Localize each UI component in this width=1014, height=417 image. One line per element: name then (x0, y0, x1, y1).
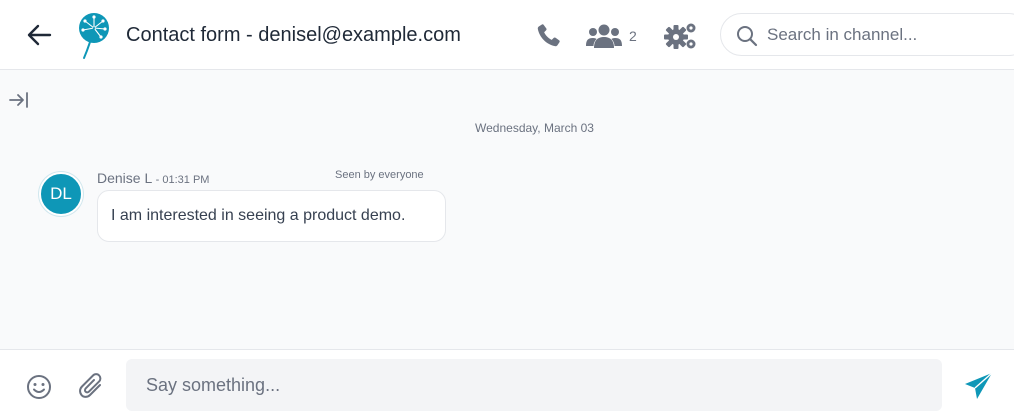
channel-header: Contact form - denisel@example.com 2 (0, 0, 1014, 70)
dandelion-logo (79, 13, 109, 59)
search-box (720, 13, 1014, 56)
message-composer (0, 349, 1014, 417)
paperclip-icon[interactable] (78, 372, 106, 402)
avatar[interactable]: DL (39, 172, 83, 216)
emoji-icon[interactable] (26, 374, 52, 400)
page-title: Contact form - denisel@example.com (126, 24, 461, 46)
search-icon (737, 26, 758, 47)
seen-status: Seen by everyone (335, 169, 424, 181)
sender-name[interactable]: Denise L (97, 170, 152, 186)
search-input[interactable] (767, 22, 1007, 48)
members-count: 2 (629, 28, 637, 44)
arrow-left-icon[interactable] (24, 21, 54, 49)
gears-icon[interactable] (663, 20, 699, 52)
send-icon[interactable] (964, 372, 994, 400)
collapse-sidebar-icon[interactable] (8, 90, 30, 110)
users-icon[interactable] (586, 22, 622, 50)
message-header: Denise L - 01:31 PM (97, 170, 209, 186)
message-input[interactable] (126, 359, 942, 411)
phone-icon[interactable] (534, 22, 562, 50)
date-separator: Wednesday, March 03 (475, 121, 594, 135)
message-timestamp: - 01:31 PM (155, 174, 210, 186)
message-area: Wednesday, March 03 DL Denise L - 01:31 … (0, 70, 1014, 349)
message-bubble: I am interested in seeing a product demo… (97, 190, 446, 242)
